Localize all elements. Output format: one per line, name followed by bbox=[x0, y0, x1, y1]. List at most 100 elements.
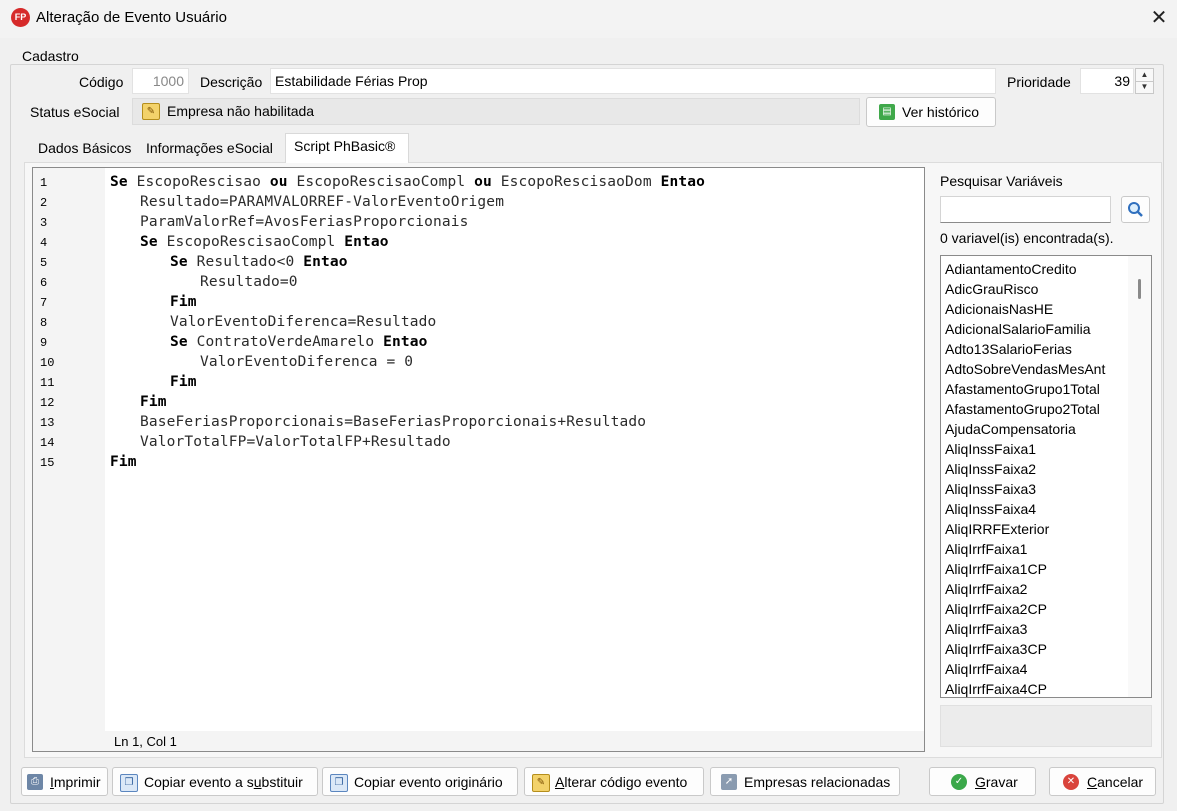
tab-dados-basicos[interactable]: Dados Básicos bbox=[31, 135, 139, 161]
search-icon bbox=[1128, 202, 1143, 217]
cancelar-label: Cancelar bbox=[1087, 774, 1144, 790]
alterar-codigo-label: Alterar código evento bbox=[555, 774, 688, 790]
variable-list-item[interactable]: AliqInssFaixa4 bbox=[945, 499, 1105, 519]
spin-down-icon[interactable]: ▼ bbox=[1136, 81, 1153, 93]
descricao-label: Descrição bbox=[200, 74, 263, 90]
code-line[interactable]: Fim bbox=[140, 394, 167, 410]
variable-list-item[interactable]: AliqIrrfFaixa1 bbox=[945, 539, 1105, 559]
code-line[interactable]: BaseFeriasProporcionais=BaseFeriasPropor… bbox=[140, 414, 646, 430]
code-text: EscopoRescisaoCompl bbox=[157, 234, 345, 250]
line-number: 5 bbox=[40, 256, 48, 270]
variable-search-input[interactable] bbox=[940, 196, 1111, 223]
cancel-icon: ✕ bbox=[1063, 774, 1079, 790]
descricao-field[interactable]: Estabilidade Férias Prop bbox=[270, 68, 996, 94]
code-text: Resultado<0 bbox=[187, 254, 304, 270]
status-esocial-label: Status eSocial bbox=[30, 104, 120, 120]
tab-informacoes-esocial[interactable]: Informações eSocial bbox=[140, 135, 284, 161]
code-text: EscopoRescisaoCompl bbox=[287, 174, 475, 190]
gravar-button[interactable]: ✓ Gravar bbox=[929, 767, 1036, 796]
cancelar-button[interactable]: ✕ Cancelar bbox=[1049, 767, 1156, 796]
codigo-label: Código bbox=[79, 74, 124, 90]
variable-list-scrollbar[interactable] bbox=[1128, 256, 1151, 697]
line-number: 7 bbox=[40, 296, 48, 310]
alterar-codigo-evento-button[interactable]: ✎ Alterar código evento bbox=[524, 767, 704, 796]
variable-list-item[interactable]: AjudaCompensatoria bbox=[945, 419, 1105, 439]
variable-list-item[interactable]: AliqIrrfFaixa1CP bbox=[945, 559, 1105, 579]
code-text: Resultado=0 bbox=[200, 274, 298, 290]
gravar-label: Gravar bbox=[975, 774, 1018, 790]
ver-historico-button[interactable]: ▤ Ver histórico bbox=[866, 97, 996, 127]
code-line[interactable]: Se EscopoRescisao ou EscopoRescisaoCompl… bbox=[110, 174, 705, 190]
variable-list[interactable]: AdiantamentoCredito AdicGrauRisco Adiciona… bbox=[940, 255, 1152, 698]
line-number: 15 bbox=[40, 456, 55, 470]
variable-list-item[interactable]: AdtoSobreVendasMesAnt bbox=[945, 359, 1105, 379]
code-text: EscopoRescisao bbox=[127, 174, 270, 190]
edit-document-icon: ✎ bbox=[142, 103, 160, 120]
search-button[interactable] bbox=[1121, 196, 1150, 223]
code-line[interactable]: Se EscopoRescisaoCompl Entao bbox=[140, 234, 389, 250]
code-keyword: Entao bbox=[660, 174, 705, 190]
codigo-field[interactable]: 1000 bbox=[132, 68, 189, 94]
tab-script-phbasic[interactable]: Script PhBasic® bbox=[285, 133, 409, 163]
variable-list-item[interactable]: AdicionaisNasHE bbox=[945, 299, 1105, 319]
copiar-substituir-label: Copiar evento a substituir bbox=[144, 774, 303, 790]
printer-icon: ⎙ bbox=[27, 774, 43, 790]
variable-list-item[interactable]: AliqInssFaixa3 bbox=[945, 479, 1105, 499]
imprimir-button[interactable]: ⎙ Imprimir bbox=[21, 767, 108, 796]
close-window-button[interactable]: ✕ bbox=[1146, 5, 1172, 31]
code-line[interactable]: ValorEventoDiferenca=Resultado bbox=[170, 314, 436, 330]
prioridade-spinner[interactable]: ▲ ▼ bbox=[1135, 68, 1154, 94]
code-text: BaseFeriasProporcionais=BaseFeriasPropor… bbox=[140, 414, 647, 430]
code-keyword: Fim bbox=[170, 374, 197, 390]
status-esocial-value: Empresa não habilitada bbox=[167, 103, 315, 119]
code-line[interactable]: Se ContratoVerdeAmarelo Entao bbox=[170, 334, 428, 350]
code-line[interactable]: ParamValorRef=AvosFeriasProporcionais bbox=[140, 214, 469, 230]
code-line[interactable]: Resultado=0 bbox=[200, 274, 298, 290]
code-keyword: Entao bbox=[303, 254, 348, 270]
imprimir-label: Imprimir bbox=[50, 774, 101, 790]
variable-list-item[interactable]: AliqInssFaixa2 bbox=[945, 459, 1105, 479]
variable-list-item[interactable]: AliqIRRFExterior bbox=[945, 519, 1105, 539]
variable-list-item[interactable]: Adto13SalarioFerias bbox=[945, 339, 1105, 359]
variable-list-item[interactable]: AliqIrrfFaixa4CP bbox=[945, 679, 1105, 697]
variable-list-item[interactable]: AdicGrauRisco bbox=[945, 279, 1105, 299]
variable-list-item[interactable]: AdicionalSalarioFamilia bbox=[945, 319, 1105, 339]
code-keyword: Entao bbox=[383, 334, 428, 350]
code-line[interactable]: ValorEventoDiferenca = 0 bbox=[200, 354, 413, 370]
code-text: ContratoVerdeAmarelo bbox=[187, 334, 384, 350]
code-line[interactable]: ValorTotalFP=ValorTotalFP+Resultado bbox=[140, 434, 451, 450]
code-keyword: Se bbox=[140, 234, 158, 250]
copiar-evento-substituir-button[interactable]: ❐ Copiar evento a substituir bbox=[112, 767, 318, 796]
window-title: Alteração de Evento Usuário bbox=[36, 9, 227, 26]
prioridade-field[interactable]: 39 bbox=[1080, 68, 1134, 94]
variable-list-item[interactable]: AliqIrrfFaixa2CP bbox=[945, 599, 1105, 619]
code-line[interactable]: Se Resultado<0 Entao bbox=[170, 254, 348, 270]
copiar-evento-originario-button[interactable]: ❐ Copiar evento originário bbox=[322, 767, 518, 796]
variable-list-item[interactable]: AliqInssFaixa1 bbox=[945, 439, 1105, 459]
line-number: 14 bbox=[40, 436, 55, 450]
code-line[interactable]: Fim bbox=[170, 374, 197, 390]
variable-list-item[interactable]: AliqIrrfFaixa4 bbox=[945, 659, 1105, 679]
line-number: 6 bbox=[40, 276, 48, 290]
empresas-relacionadas-button[interactable]: ➚ Empresas relacionadas bbox=[710, 767, 900, 796]
cursor-position: Ln 1, Col 1 bbox=[114, 734, 177, 749]
app-logo-icon: FP bbox=[11, 8, 30, 27]
code-text: ValorTotalFP=ValorTotalFP+Resultado bbox=[140, 434, 451, 450]
line-number: 13 bbox=[40, 416, 55, 430]
prioridade-label: Prioridade bbox=[1007, 74, 1071, 90]
code-line[interactable]: Resultado=PARAMVALORREF-ValorEventoOrige… bbox=[140, 194, 504, 210]
code-line[interactable]: Fim bbox=[170, 294, 197, 310]
copiar-originario-label: Copiar evento originário bbox=[354, 774, 503, 790]
code-line[interactable]: Fim bbox=[110, 454, 137, 470]
variable-list-item[interactable]: AliqIrrfFaixa3CP bbox=[945, 639, 1105, 659]
line-number: 4 bbox=[40, 236, 48, 250]
variable-list-item[interactable]: AfastamentoGrupo2Total bbox=[945, 399, 1105, 419]
copy-icon: ❐ bbox=[330, 774, 348, 792]
variable-list-item[interactable]: AliqIrrfFaixa3 bbox=[945, 619, 1105, 639]
variable-list-item[interactable]: AfastamentoGrupo1Total bbox=[945, 379, 1105, 399]
variable-list-item[interactable]: AliqIrrfFaixa2 bbox=[945, 579, 1105, 599]
variable-list-item[interactable]: AdiantamentoCredito bbox=[945, 259, 1105, 279]
line-number: 9 bbox=[40, 336, 48, 350]
script-editor[interactable] bbox=[32, 167, 925, 752]
scrollbar-thumb[interactable] bbox=[1138, 279, 1141, 299]
